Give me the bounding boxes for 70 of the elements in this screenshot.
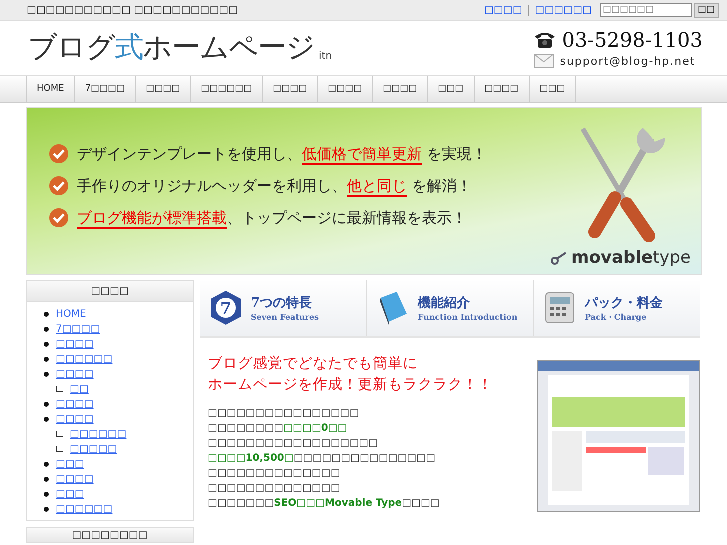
bullet-icon <box>44 462 49 467</box>
feature-tab[interactable]: パック・料金 Pack・Charge <box>534 280 700 336</box>
movabletype-logo: movabletype <box>550 248 691 268</box>
branch-icon <box>56 431 63 438</box>
sidebar-link[interactable]: □□□□□□ <box>56 352 113 367</box>
feature-title: 機能紹介 <box>418 295 471 312</box>
sidebar-heading: □□□□□□□□ <box>27 528 193 542</box>
site-tagline: □□□□□□□□□□□ □□□□□□□□□□□ <box>27 4 240 16</box>
banner-text: ブログ機能が標準搭載、トップページに最新情報を表示！ <box>77 208 467 228</box>
bullet-icon <box>44 357 49 362</box>
nav-item[interactable]: □□□ <box>427 76 474 102</box>
check-icon <box>49 144 69 164</box>
bullet-icon <box>44 492 49 497</box>
bullet-icon <box>44 417 49 422</box>
sidebar-link[interactable]: 7□□□□ <box>56 322 100 337</box>
site-logo[interactable]: ブログ式ホームページ <box>28 28 315 68</box>
sidebar-heading: □□□□ <box>27 281 193 302</box>
headline: ブログ感覚でどなたでも簡単に ホームページを作成！更新もラクラク！！ <box>208 354 494 395</box>
feature-title: パック・料金 <box>585 294 663 312</box>
phone-number: 03-5298-1103 <box>562 28 703 52</box>
nav-item[interactable]: □□□□ <box>317 76 372 102</box>
feature-title: 7つの特長 <box>251 295 314 312</box>
nav-item[interactable]: □□□□□□ <box>190 76 262 102</box>
header-link[interactable]: □□□□□□ <box>529 4 598 16</box>
search-button[interactable]: □□ <box>694 2 719 18</box>
branch-icon <box>56 446 63 453</box>
email-address: support@blog-hp.net <box>560 54 696 68</box>
intro-paragraph: □□□□□□□□□□□□□□□□ □□□□□□□□□□□□0□□ □□□□□□□□□□□□□□□□□□ □□□□10,500□□□□□□□□□□□□□□□□ □□□□□□□□□□□□□□ □□□□□□□□□□□□□□ □□□□□□□SEO□□□Movable Type□□□□ <box>208 407 441 511</box>
sidebar-link[interactable]: □□□□ <box>56 472 94 487</box>
sidebar-link[interactable]: □□ <box>70 382 89 397</box>
check-icon <box>49 176 69 196</box>
sidebar-link[interactable]: □□□□ <box>56 337 94 352</box>
feature-subtitle: Seven Features <box>251 312 320 322</box>
feature-tab[interactable]: 7 7つの特長 Seven Features <box>200 280 367 336</box>
sidebar-link[interactable]: HOME <box>56 307 86 322</box>
bullet-icon <box>44 477 49 482</box>
sidebar-link[interactable]: □□□□ <box>56 397 94 412</box>
sidebar-link[interactable]: □□□□□□ <box>56 502 113 517</box>
logo-suffix: itn <box>319 51 334 62</box>
telephone-icon <box>534 31 556 49</box>
feature-tab[interactable]: 機能紹介 Function Introduction <box>367 280 534 336</box>
sidebar-link[interactable]: □□□ <box>56 487 84 502</box>
sidebar-link[interactable]: □□□□□ <box>70 442 118 457</box>
banner-text: 手作りのオリジナルヘッダーを利用し、他と同じ を解消！ <box>77 176 472 196</box>
bullet-icon <box>44 327 49 332</box>
header-link[interactable]: □□□□ <box>478 4 530 16</box>
sidebar-link[interactable]: □□□ <box>56 457 84 472</box>
nav-item[interactable]: □□□□ <box>372 76 428 102</box>
nav-item[interactable]: 7□□□□ <box>74 76 136 102</box>
banner-text: デザインテンプレートを使用し、低価格で簡単更新 を実現！ <box>77 144 487 164</box>
sidebar-link[interactable]: □□□□ <box>56 367 94 382</box>
nav-item[interactable]: □□□□ <box>135 76 190 102</box>
feature-subtitle: Function Introduction <box>418 312 518 322</box>
check-icon <box>49 208 69 228</box>
sidebar-link[interactable]: □□□□ <box>56 412 94 427</box>
nav-item[interactable]: □□□ <box>528 76 576 102</box>
bullet-icon <box>44 372 49 377</box>
branch-icon <box>56 386 63 393</box>
search-field[interactable]: □□□□□□ <box>600 3 692 17</box>
bullet-icon <box>44 312 49 317</box>
nav-item[interactable]: □□□□ <box>262 76 318 102</box>
envelope-icon <box>534 54 554 68</box>
bullet-icon <box>44 402 49 407</box>
sidebar-link[interactable]: □□□□□□ <box>70 427 127 442</box>
bullet-icon <box>44 342 49 347</box>
bullet-icon <box>44 507 49 512</box>
nav-item[interactable]: HOME <box>26 76 74 102</box>
nav-item[interactable]: □□□□ <box>474 76 529 102</box>
feature-subtitle: Pack・Charge <box>585 312 648 322</box>
hexagon-seven-icon: 7 <box>208 290 244 326</box>
